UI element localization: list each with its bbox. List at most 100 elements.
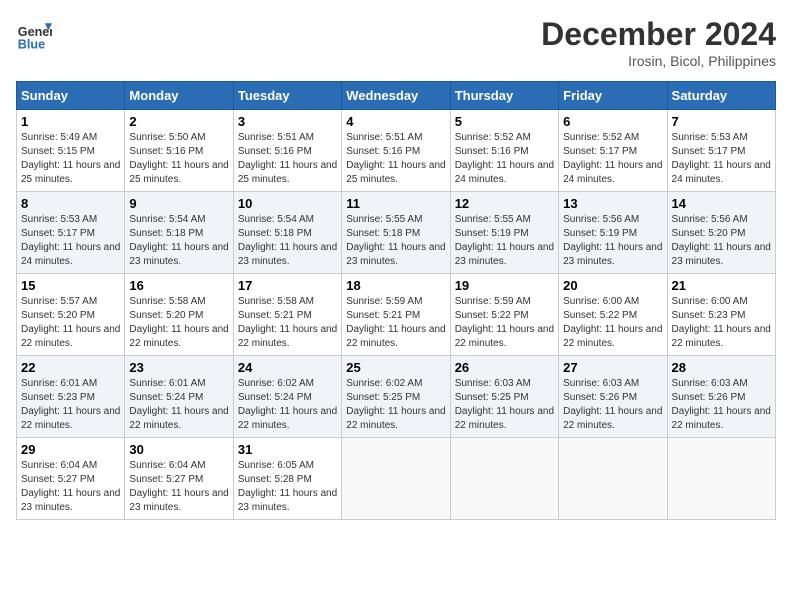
calendar-cell: 20 Sunrise: 6:00 AMSunset: 5:22 PMDayligh… xyxy=(559,274,667,356)
day-detail: Sunrise: 6:02 AMSunset: 5:25 PMDaylight:… xyxy=(346,377,445,433)
calendar-cell: 27 Sunrise: 6:03 AMSunset: 5:26 PMDayligh… xyxy=(559,356,667,438)
day-detail: Sunrise: 5:53 AMSunset: 5:17 PMDaylight:… xyxy=(672,131,771,187)
day-detail: Sunrise: 5:59 AMSunset: 5:22 PMDaylight:… xyxy=(455,295,554,351)
day-detail: Sunrise: 5:56 AMSunset: 5:19 PMDaylight:… xyxy=(563,213,662,269)
day-detail: Sunrise: 5:55 AMSunset: 5:18 PMDaylight:… xyxy=(346,213,445,269)
day-number: 28 xyxy=(672,360,771,375)
weekday-header: Wednesday xyxy=(342,82,450,110)
day-detail: Sunrise: 6:03 AMSunset: 5:26 PMDaylight:… xyxy=(563,377,662,433)
calendar-cell: 29Sunrise: 6:04 AMSunset: 5:27 PMDayligh… xyxy=(17,438,125,520)
day-number: 7 xyxy=(672,114,771,129)
calendar-cell: 24 Sunrise: 6:02 AMSunset: 5:24 PMDayligh… xyxy=(233,356,341,438)
calendar-title: December 2024 xyxy=(541,16,776,53)
calendar-cell: 18 Sunrise: 5:59 AMSunset: 5:21 PMDayligh… xyxy=(342,274,450,356)
day-number: 17 xyxy=(238,278,337,293)
weekday-header: Monday xyxy=(125,82,233,110)
calendar-cell: 25 Sunrise: 6:02 AMSunset: 5:25 PMDayligh… xyxy=(342,356,450,438)
calendar-cell: 1Sunrise: 5:49 AMSunset: 5:15 PMDaylight… xyxy=(17,110,125,192)
day-number: 10 xyxy=(238,196,337,211)
calendar-cell: 22 Sunrise: 6:01 AMSunset: 5:23 PMDayligh… xyxy=(17,356,125,438)
calendar-cell: 4 Sunrise: 5:51 AMSunset: 5:16 PMDaylight… xyxy=(342,110,450,192)
calendar-cell: 5Sunrise: 5:52 AMSunset: 5:16 PMDaylight… xyxy=(450,110,558,192)
day-number: 19 xyxy=(455,278,554,293)
day-detail: Sunrise: 6:01 AMSunset: 5:24 PMDaylight:… xyxy=(129,377,228,433)
calendar-cell: 23Sunrise: 6:01 AMSunset: 5:24 PMDayligh… xyxy=(125,356,233,438)
day-number: 12 xyxy=(455,196,554,211)
calendar-cell: 3 Sunrise: 5:51 AMSunset: 5:16 PMDaylight… xyxy=(233,110,341,192)
calendar-cell: 14 Sunrise: 5:56 AMSunset: 5:20 PMDayligh… xyxy=(667,192,775,274)
logo: General Blue xyxy=(16,16,52,52)
calendar-cell: 16Sunrise: 5:58 AMSunset: 5:20 PMDayligh… xyxy=(125,274,233,356)
calendar-cell: 13 Sunrise: 5:56 AMSunset: 5:19 PMDayligh… xyxy=(559,192,667,274)
calendar-week-row: 8 Sunrise: 5:53 AMSunset: 5:17 PMDaylight… xyxy=(17,192,776,274)
calendar-cell: 21Sunrise: 6:00 AMSunset: 5:23 PMDayligh… xyxy=(667,274,775,356)
calendar-cell: 12 Sunrise: 5:55 AMSunset: 5:19 PMDayligh… xyxy=(450,192,558,274)
day-number: 20 xyxy=(563,278,662,293)
day-detail: Sunrise: 5:54 AMSunset: 5:18 PMDaylight:… xyxy=(129,213,228,269)
day-number: 25 xyxy=(346,360,445,375)
day-number: 14 xyxy=(672,196,771,211)
calendar-cell: 8 Sunrise: 5:53 AMSunset: 5:17 PMDaylight… xyxy=(17,192,125,274)
calendar-cell: 30 Sunrise: 6:04 AMSunset: 5:27 PMDayligh… xyxy=(125,438,233,520)
calendar-cell: 15 Sunrise: 5:57 AMSunset: 5:20 PMDayligh… xyxy=(17,274,125,356)
calendar-week-row: 29 Sunrise: 6:04 AMSunset: 5:27 PMDayligh… xyxy=(17,438,776,520)
svg-text:Blue: Blue xyxy=(18,37,45,51)
calendar-cell: 2 Sunrise: 5:50 AMSunset: 5:16 PMDaylight… xyxy=(125,110,233,192)
day-number: 3 xyxy=(238,114,337,129)
day-detail: Sunrise: 6:03 AMSunset: 5:25 PMDaylight:… xyxy=(455,377,554,433)
day-detail: Sunrise: 5:54 AMSunset: 5:18 PMDaylight:… xyxy=(238,213,337,269)
day-number: 6 xyxy=(563,114,662,129)
day-detail: Sunrise: 5:52 AMSunset: 5:17 PMDaylight:… xyxy=(563,131,662,187)
day-number: 26 xyxy=(455,360,554,375)
day-number: 8 xyxy=(21,196,120,211)
calendar-cell: 9 Sunrise: 5:54 AMSunset: 5:18 PMDaylight… xyxy=(125,192,233,274)
day-detail: Sunrise: 5:55 AMSunset: 5:19 PMDaylight:… xyxy=(455,213,554,269)
day-number: 30 xyxy=(129,442,228,457)
day-number: 18 xyxy=(346,278,445,293)
calendar-cell xyxy=(559,438,667,520)
day-number: 11 xyxy=(346,196,445,211)
calendar-cell: 10 Sunrise: 5:54 AMSunset: 5:18 PMDayligh… xyxy=(233,192,341,274)
day-number: 29 xyxy=(21,442,120,457)
day-detail: Sunrise: 6:03 AMSunset: 5:26 PMDaylight:… xyxy=(672,377,771,433)
day-number: 27 xyxy=(563,360,662,375)
calendar-cell: 19 Sunrise: 5:59 AMSunset: 5:22 PMDayligh… xyxy=(450,274,558,356)
day-number: 15 xyxy=(21,278,120,293)
day-detail: Sunrise: 6:04 AMSunset: 5:27 PMDaylight:… xyxy=(129,459,228,515)
title-area: December 2024 Irosin, Bicol, Philippines xyxy=(541,16,776,69)
day-detail: Sunrise: 5:53 AMSunset: 5:17 PMDaylight:… xyxy=(21,213,120,269)
calendar-week-row: 1Sunrise: 5:49 AMSunset: 5:15 PMDaylight… xyxy=(17,110,776,192)
calendar-week-row: 22 Sunrise: 6:01 AMSunset: 5:23 PMDayligh… xyxy=(17,356,776,438)
day-detail: Sunrise: 5:59 AMSunset: 5:21 PMDaylight:… xyxy=(346,295,445,351)
day-number: 13 xyxy=(563,196,662,211)
weekday-header: Sunday xyxy=(17,82,125,110)
day-number: 24 xyxy=(238,360,337,375)
day-number: 4 xyxy=(346,114,445,129)
day-detail: Sunrise: 5:58 AMSunset: 5:20 PMDaylight:… xyxy=(129,295,228,351)
calendar-week-row: 15 Sunrise: 5:57 AMSunset: 5:20 PMDayligh… xyxy=(17,274,776,356)
day-detail: Sunrise: 6:01 AMSunset: 5:23 PMDaylight:… xyxy=(21,377,120,433)
day-number: 21 xyxy=(672,278,771,293)
day-detail: Sunrise: 6:00 AMSunset: 5:22 PMDaylight:… xyxy=(563,295,662,351)
day-detail: Sunrise: 5:50 AMSunset: 5:16 PMDaylight:… xyxy=(129,131,228,187)
day-detail: Sunrise: 5:51 AMSunset: 5:16 PMDaylight:… xyxy=(346,131,445,187)
calendar-cell: 7 Sunrise: 5:53 AMSunset: 5:17 PMDaylight… xyxy=(667,110,775,192)
calendar-cell: 17Sunrise: 5:58 AMSunset: 5:21 PMDayligh… xyxy=(233,274,341,356)
day-number: 9 xyxy=(129,196,228,211)
day-detail: Sunrise: 6:02 AMSunset: 5:24 PMDaylight:… xyxy=(238,377,337,433)
day-detail: Sunrise: 5:52 AMSunset: 5:16 PMDaylight:… xyxy=(455,131,554,187)
calendar-cell xyxy=(342,438,450,520)
weekday-header-row: SundayMondayTuesdayWednesdayThursdayFrid… xyxy=(17,82,776,110)
day-detail: Sunrise: 5:57 AMSunset: 5:20 PMDaylight:… xyxy=(21,295,120,351)
day-number: 2 xyxy=(129,114,228,129)
day-number: 22 xyxy=(21,360,120,375)
weekday-header: Saturday xyxy=(667,82,775,110)
weekday-header: Friday xyxy=(559,82,667,110)
weekday-header: Tuesday xyxy=(233,82,341,110)
day-detail: Sunrise: 5:51 AMSunset: 5:16 PMDaylight:… xyxy=(238,131,337,187)
calendar-cell: 26 Sunrise: 6:03 AMSunset: 5:25 PMDayligh… xyxy=(450,356,558,438)
day-detail: Sunrise: 6:05 AMSunset: 5:28 PMDaylight:… xyxy=(238,459,337,515)
calendar-cell xyxy=(450,438,558,520)
day-detail: Sunrise: 5:49 AMSunset: 5:15 PMDaylight:… xyxy=(21,131,120,187)
day-detail: Sunrise: 5:56 AMSunset: 5:20 PMDaylight:… xyxy=(672,213,771,269)
